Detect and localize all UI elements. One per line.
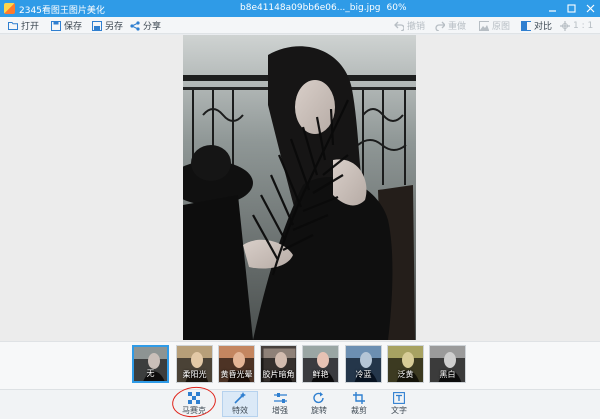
photo	[183, 35, 416, 340]
edit-toolbar	[0, 389, 600, 419]
filter-thumb-soft-sun[interactable]: 柔阳光	[176, 345, 213, 383]
save-label: 保存	[64, 22, 83, 32]
minimize-icon	[549, 10, 556, 12]
save-icon	[51, 20, 61, 31]
text-button[interactable]: 文字	[381, 391, 417, 417]
filter-label: 鲜艳	[312, 370, 329, 379]
original-label: 原图	[492, 22, 511, 32]
minimize-button[interactable]	[543, 0, 562, 17]
filter-label: 无	[146, 369, 155, 378]
sliders-icon	[273, 391, 287, 404]
filter-label: 冷蓝	[355, 370, 372, 379]
text-icon	[392, 391, 406, 404]
filter-label: 胶片暗角	[262, 370, 295, 379]
undo-button[interactable]: 撤销	[394, 19, 425, 32]
save-as-label: 另存	[105, 22, 124, 32]
open-label: 打开	[21, 22, 40, 32]
effects-button[interactable]: 特效	[222, 391, 258, 417]
share-button[interactable]: 分享	[130, 19, 161, 32]
compare-icon	[521, 20, 531, 31]
ratio-label: 1 : 1	[573, 20, 594, 31]
zoom-level: 60%	[386, 3, 407, 13]
photo-illustration	[183, 35, 416, 340]
filter-thumb-yellowed[interactable]: 泛黄	[387, 345, 424, 383]
crop-label: 裁剪	[351, 406, 367, 415]
save-as-icon	[92, 20, 102, 31]
filter-thumb-black-white[interactable]: 黑白	[429, 345, 466, 383]
share-icon	[130, 20, 140, 31]
save-as-button[interactable]: 另存	[92, 19, 123, 32]
app-logo-icon	[4, 3, 15, 14]
filter-label: 黄昏光晕	[220, 370, 253, 379]
mosaic-label: 马赛克	[182, 406, 206, 415]
mosaic-icon	[187, 391, 201, 404]
redo-icon	[435, 21, 445, 31]
original-button[interactable]: 原图	[479, 19, 510, 32]
save-button[interactable]: 保存	[51, 19, 82, 32]
image-icon	[479, 20, 489, 31]
text-label: 文字	[391, 406, 407, 415]
crop-button[interactable]: 裁剪	[341, 391, 377, 417]
compare-button[interactable]: 对比	[521, 19, 552, 32]
compare-label: 对比	[534, 22, 553, 32]
enhance-button[interactable]: 增强	[262, 391, 298, 417]
rotate-label: 旋转	[311, 406, 327, 415]
rotate-icon	[312, 391, 326, 404]
rotate-button[interactable]: 旋转	[301, 391, 337, 417]
filter-thumb-dusk-glow[interactable]: 黄昏光晕	[218, 345, 255, 383]
filter-thumb-vivid[interactable]: 鲜艳	[302, 345, 339, 383]
filter-thumb-none[interactable]: 无	[132, 345, 169, 383]
undo-icon	[394, 21, 404, 31]
move-icon	[560, 20, 570, 31]
redo-label: 重做	[448, 22, 467, 32]
title-bar: 2345看图王图片美化 b8e41148a09bb6e06..._big.jpg…	[0, 0, 600, 17]
document-title: b8e41148a09bb6e06..._big.jpg 60%	[240, 3, 407, 13]
filter-thumb-film-vignette[interactable]: 胶片暗角	[260, 345, 297, 383]
toolbar: 打开 保存 另存 分享 撤销 重做 原图 对比 1 : 1	[0, 17, 600, 34]
filter-label: 黑白	[439, 370, 456, 379]
maximize-button[interactable]	[562, 0, 581, 17]
magic-wand-icon	[233, 392, 247, 404]
close-button[interactable]	[581, 0, 600, 17]
open-button[interactable]: 打开	[8, 19, 39, 32]
crop-icon	[352, 391, 366, 404]
close-icon	[586, 4, 595, 13]
share-label: 分享	[143, 22, 162, 32]
actual-size-button[interactable]: 1 : 1	[560, 19, 593, 32]
window-controls	[543, 0, 600, 17]
app-title: 2345看图王图片美化	[19, 6, 105, 16]
folder-icon	[8, 21, 18, 31]
file-name: b8e41148a09bb6e06..._big.jpg	[240, 3, 381, 13]
redo-button[interactable]: 重做	[435, 19, 466, 32]
effects-label: 特效	[232, 406, 248, 415]
filter-label: 泛黄	[397, 370, 414, 379]
filter-strip	[0, 341, 600, 389]
maximize-icon	[567, 4, 576, 13]
undo-label: 撤销	[407, 22, 426, 32]
mosaic-button[interactable]: 马赛克	[176, 391, 212, 417]
enhance-label: 增强	[272, 406, 288, 415]
filter-label: 柔阳光	[182, 370, 207, 379]
filter-thumb-cool-blue[interactable]: 冷蓝	[345, 345, 382, 383]
